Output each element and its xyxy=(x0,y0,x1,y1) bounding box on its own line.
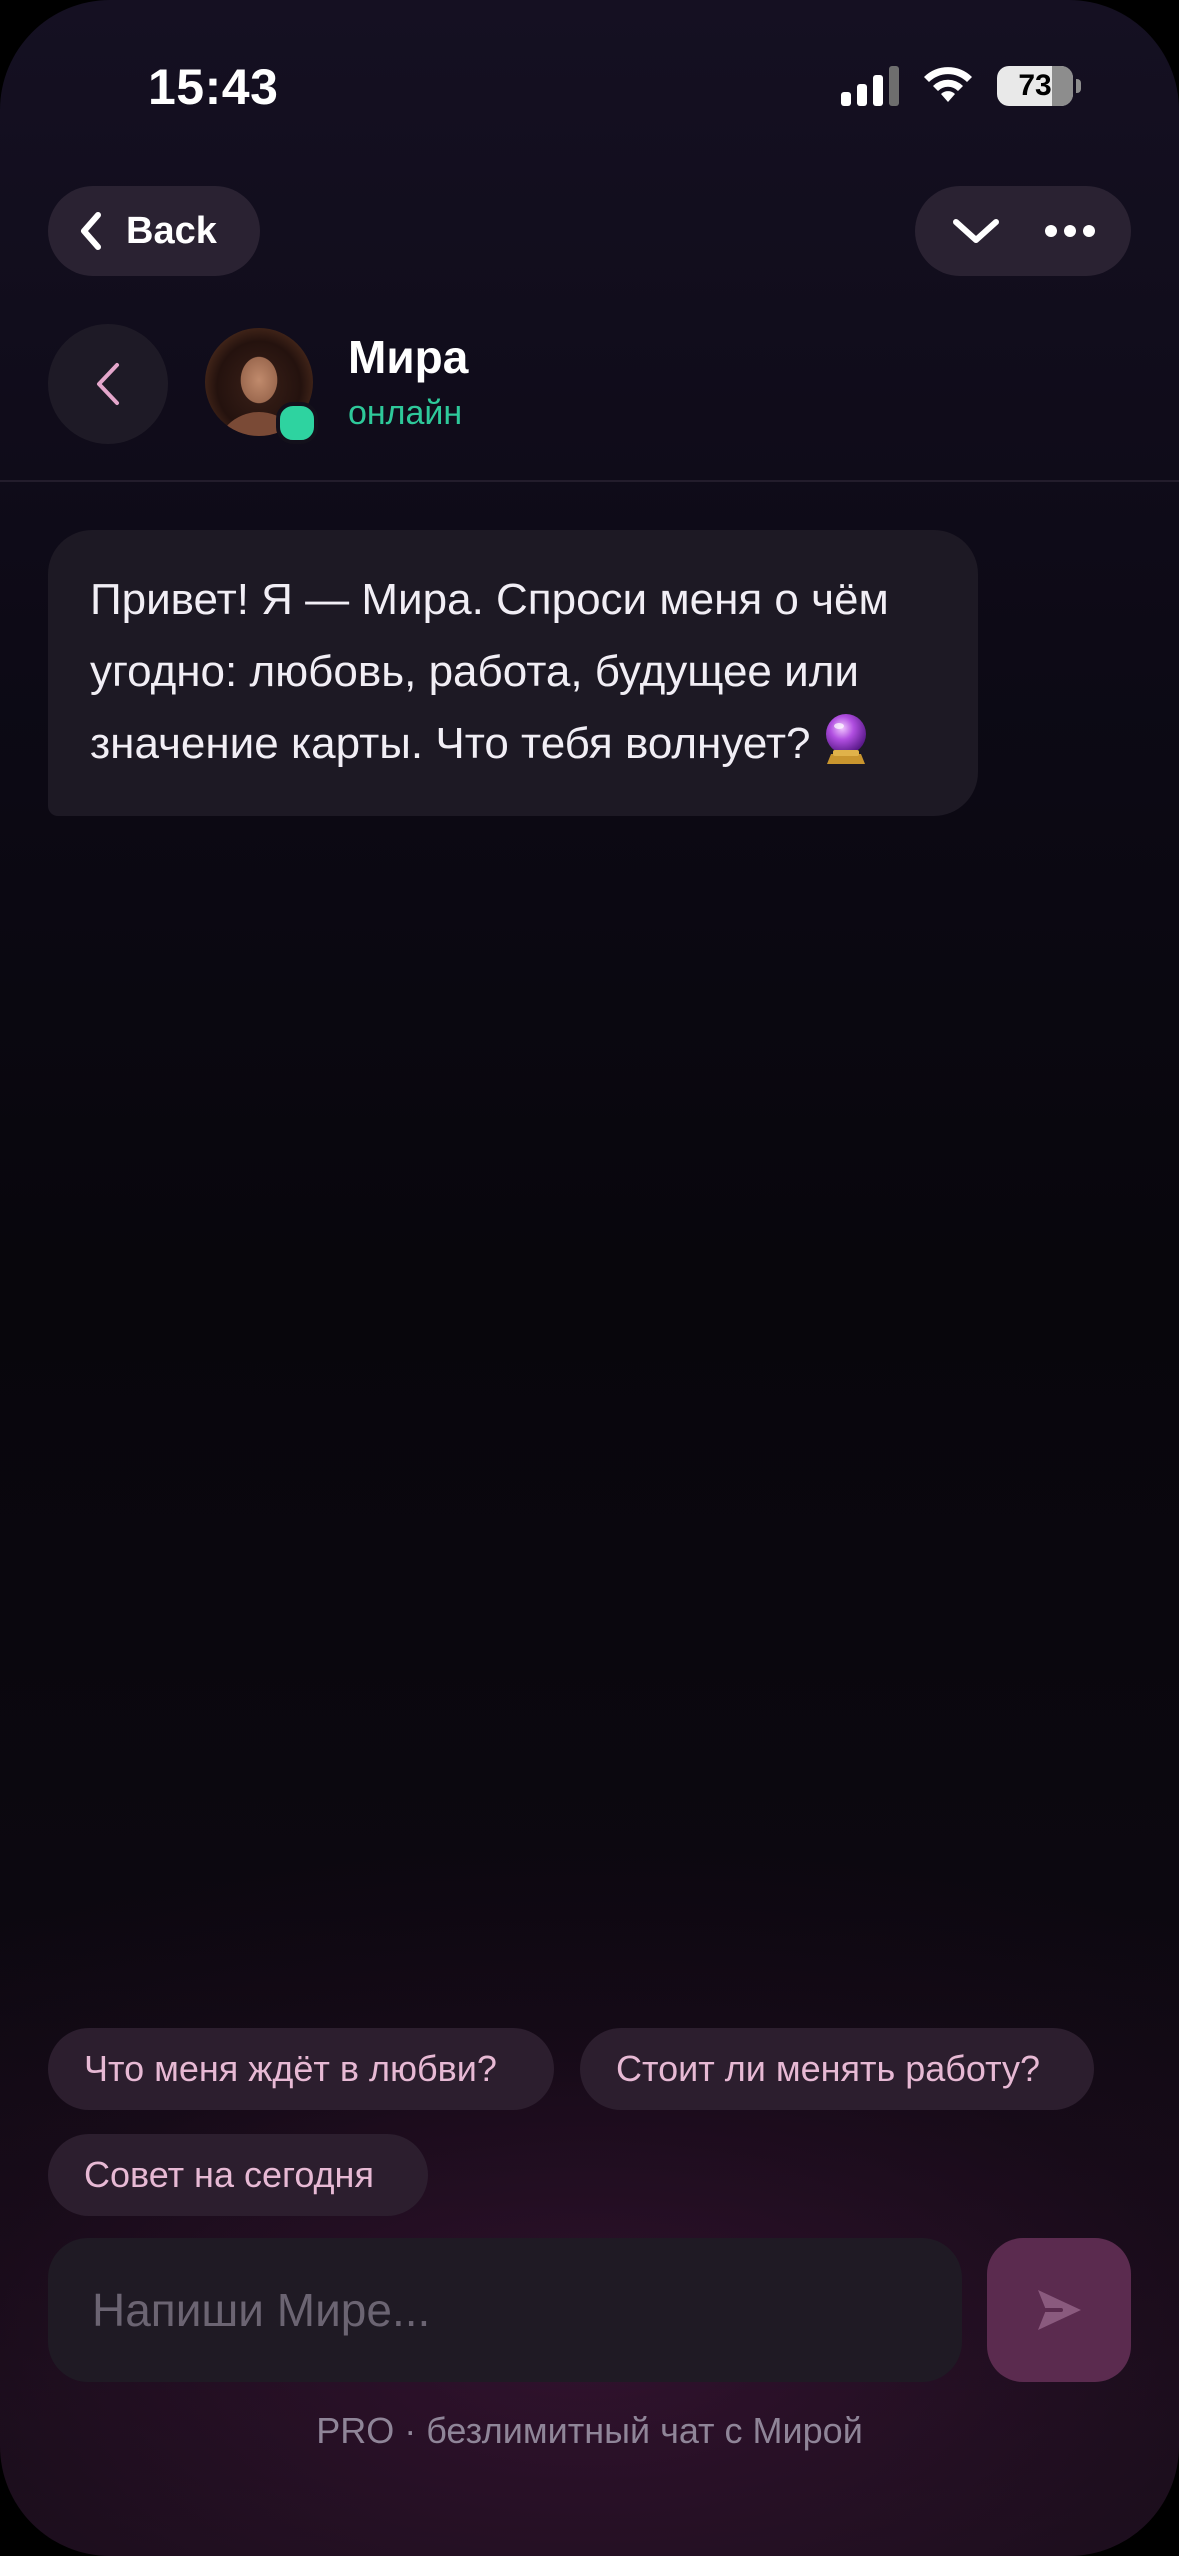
contact-status: онлайн xyxy=(348,394,463,432)
message-text: Привет! Я — Мира. Спроси меня о чём угод… xyxy=(90,575,889,768)
message-input-box xyxy=(48,2238,962,2382)
online-status-dot xyxy=(276,402,318,444)
pro-footer-note[interactable]: PRO · безлимитный чат с Мирой xyxy=(0,2410,1179,2452)
message-bubble: Привет! Я — Мира. Спроси меня о чём угод… xyxy=(48,530,978,816)
more-horizontal-icon xyxy=(1045,225,1095,237)
chevron-left-icon xyxy=(97,363,119,405)
phone-screen: 15:43 73 Back Мира онлайн Привет! Я — Ми… xyxy=(0,0,1179,2556)
minimize-button[interactable] xyxy=(934,189,1018,273)
chat-header: Мира онлайн xyxy=(0,318,1179,482)
signal-icon xyxy=(841,66,899,106)
message-input[interactable] xyxy=(90,2282,920,2338)
suggestion-chip[interactable]: Стоит ли менять работу? xyxy=(580,2028,1094,2110)
battery-cap xyxy=(1076,79,1081,93)
chevron-left-icon xyxy=(81,212,101,250)
send-icon xyxy=(1038,2290,1081,2330)
status-time: 15:43 xyxy=(148,59,279,115)
suggestion-chip[interactable]: Совет на сегодня xyxy=(48,2134,428,2216)
nav-actions xyxy=(915,186,1131,276)
chat-back-button[interactable] xyxy=(48,324,168,444)
battery-indicator: 73 xyxy=(997,66,1073,106)
chevron-down-icon xyxy=(953,219,999,243)
send-button[interactable] xyxy=(987,2238,1131,2382)
back-label: Back xyxy=(126,209,217,252)
contact-name: Мира xyxy=(348,331,469,383)
back-button[interactable]: Back xyxy=(48,186,260,276)
more-button[interactable] xyxy=(1028,189,1112,273)
suggestion-chip[interactable]: Что меня ждёт в любви? xyxy=(48,2028,554,2110)
crystal-ball-icon xyxy=(825,714,866,764)
wifi-icon xyxy=(924,67,972,102)
status-icons: 73 xyxy=(841,66,1081,106)
battery-level: 73 xyxy=(1018,69,1052,102)
header-divider xyxy=(0,480,1179,482)
